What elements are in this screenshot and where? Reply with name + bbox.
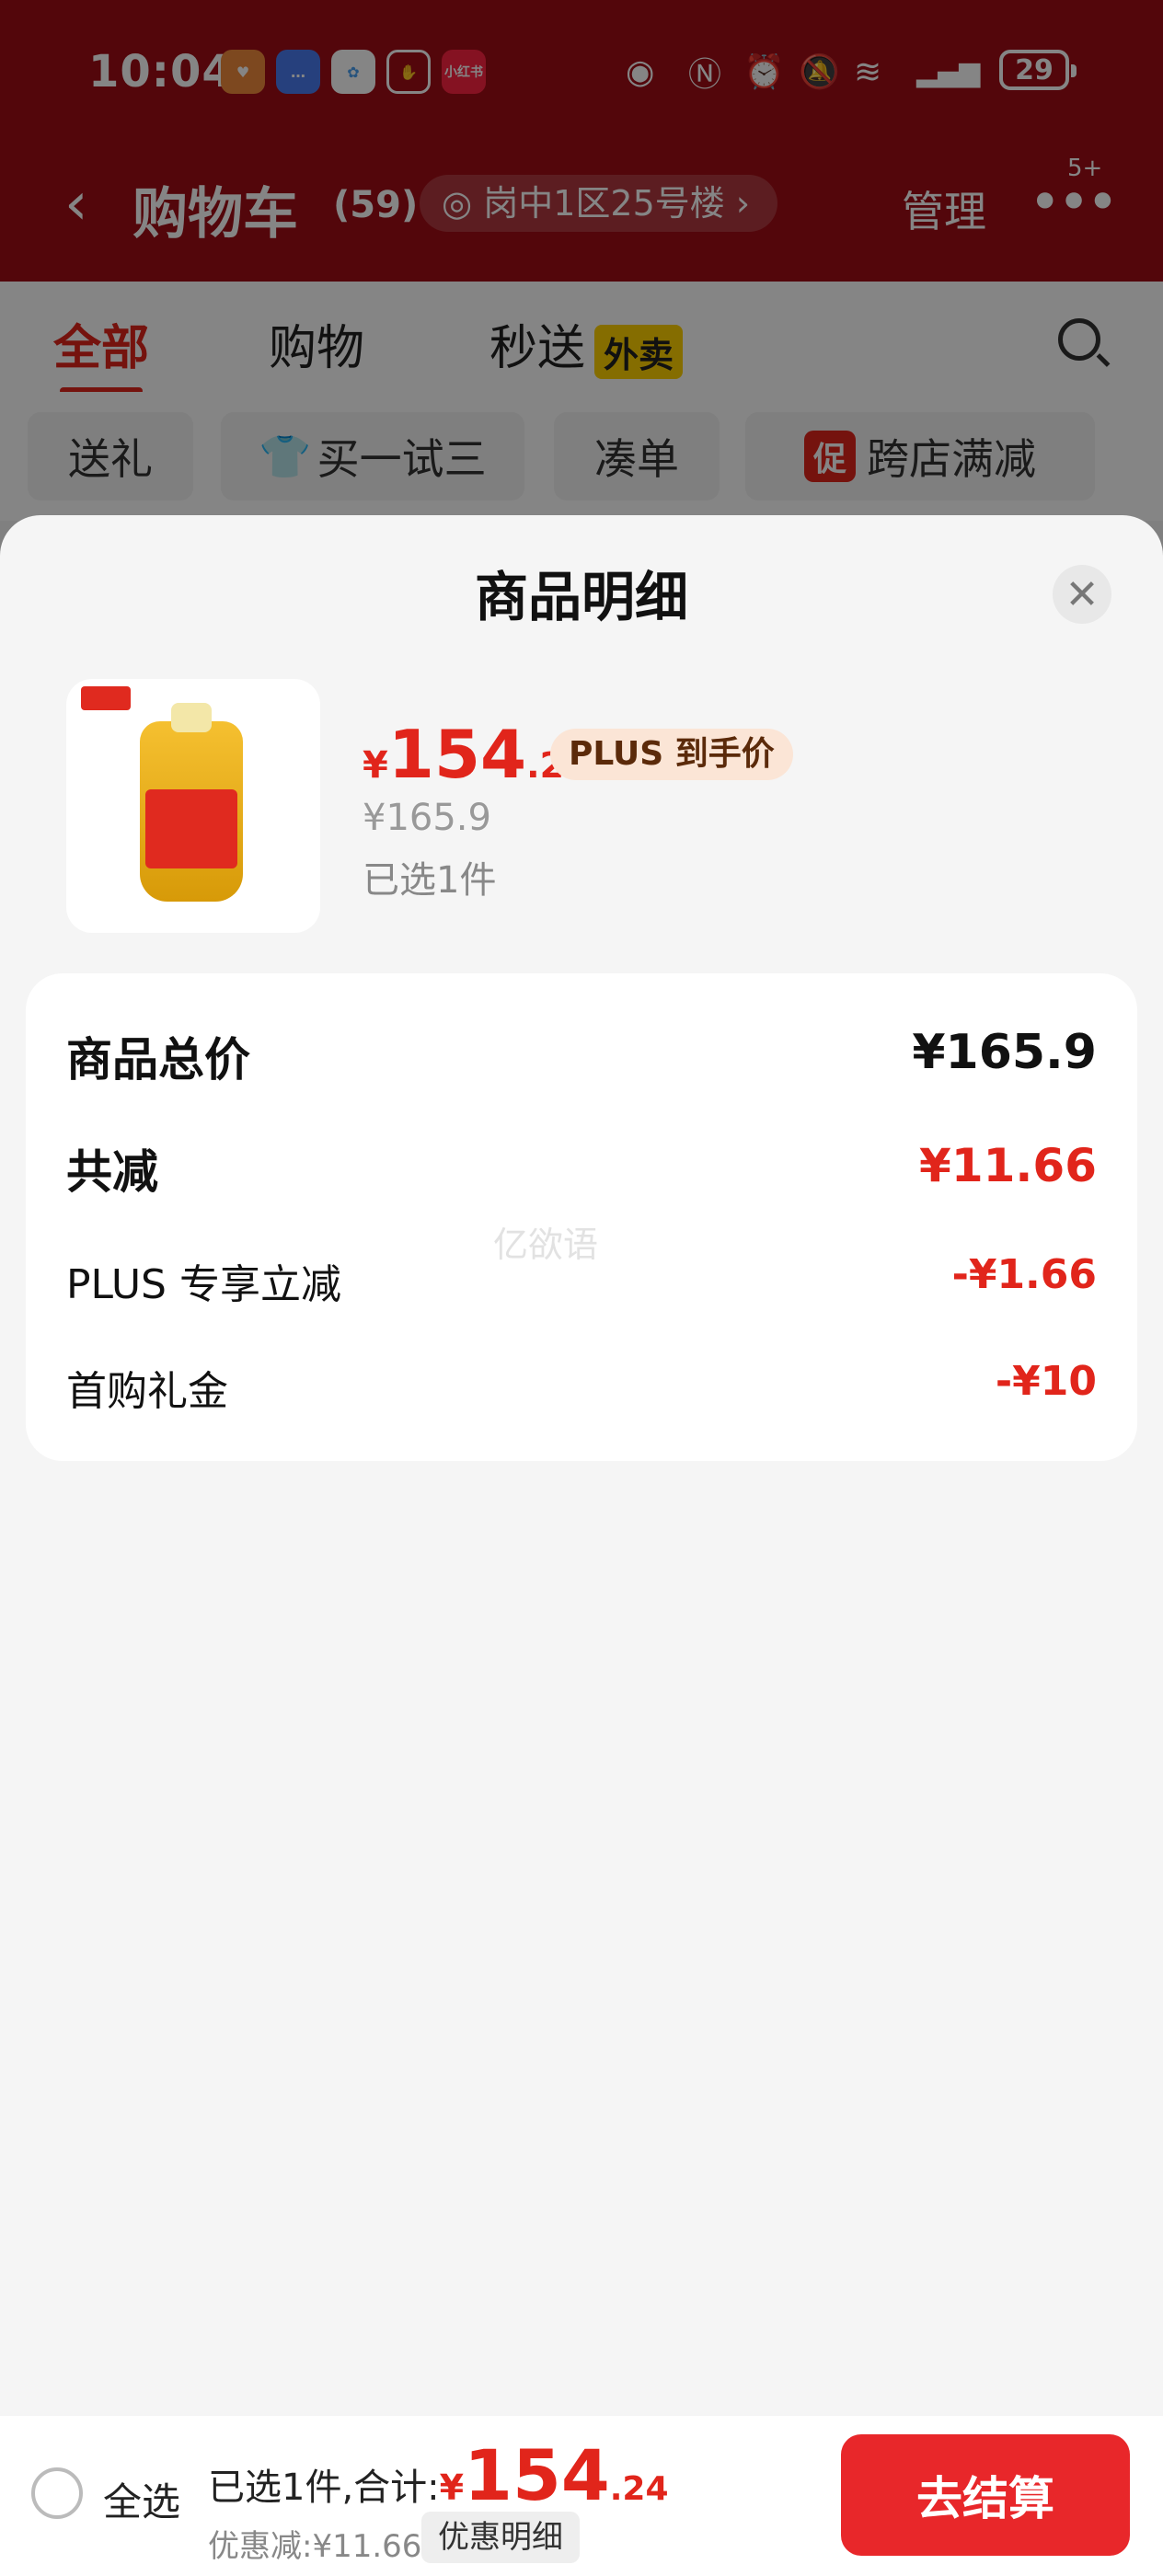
checkout-bar: 全选 已选1件,合计:¥154.24 优惠减:¥11.66 优惠明细 去结算 <box>0 2416 1163 2576</box>
first-gift-label: 首购礼金 <box>66 1368 228 1415</box>
plus-discount-value: -¥1.66 <box>951 1251 1097 1298</box>
bottle-cap <box>171 703 212 732</box>
price-symbol: ¥ <box>363 744 388 787</box>
product-image <box>66 679 320 933</box>
total-label: 商品总价 <box>66 1033 250 1087</box>
original-price: ¥165.9 <box>363 797 491 839</box>
total-line: 已选1件,合计:¥154.24 <box>208 2434 669 2516</box>
brand-logo <box>81 686 131 710</box>
select-all-radio[interactable] <box>31 2467 83 2519</box>
price-int: 154 <box>387 716 527 793</box>
total-int: 154 <box>464 2434 610 2516</box>
first-gift-value: -¥10 <box>995 1358 1097 1405</box>
discount-detail-button[interactable]: 优惠明细 <box>421 2512 580 2563</box>
select-all-label[interactable]: 全选 <box>103 2471 180 2527</box>
reduce-value: ¥11.66 <box>919 1139 1097 1192</box>
total-value: ¥165.9 <box>912 1025 1097 1080</box>
watermark: 亿欲语 <box>493 1225 599 1265</box>
plus-discount-label: PLUS 专享立减 <box>66 1261 341 1308</box>
product-detail-sheet: 商品明细 ✕ ¥154.24 PLUS 到手价 ¥165.9 已选1件 <box>0 515 1163 2576</box>
selected-count: 已选1件 <box>363 859 497 902</box>
total-symbol: ¥ <box>439 2467 465 2508</box>
total-prefix: 已选1件,合计: <box>208 2467 440 2509</box>
reduce-label: 共减 <box>66 1145 158 1199</box>
discount-text: 优惠减:¥11.66 <box>208 2528 422 2565</box>
bottle-label <box>145 789 237 868</box>
total-dec: .24 <box>609 2470 669 2508</box>
sheet-title: 商品明细 <box>474 566 688 628</box>
close-icon[interactable]: ✕ <box>1053 565 1111 624</box>
checkout-button[interactable]: 去结算 <box>841 2434 1130 2556</box>
plus-price-tag: PLUS 到手价 <box>550 729 793 780</box>
